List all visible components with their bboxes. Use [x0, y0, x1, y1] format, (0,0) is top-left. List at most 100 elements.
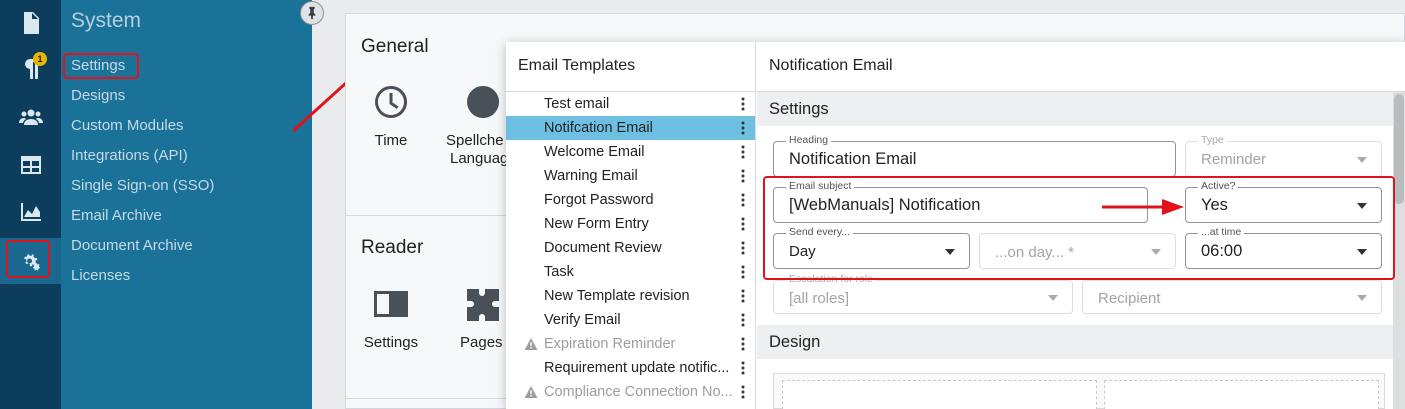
template-list-item[interactable]: Welcome Email: [506, 140, 755, 164]
template-list-item-label: Warning Email: [544, 168, 638, 184]
general-heading: General: [361, 36, 429, 57]
rail-reports-button[interactable]: [0, 189, 61, 235]
design-section-title: Design: [769, 333, 821, 351]
template-list-item[interactable]: Task: [506, 260, 755, 284]
globe-icon[interactable]: [465, 84, 501, 120]
template-list-title: Email Templates: [518, 57, 636, 74]
warning-icon: [524, 385, 538, 399]
template-list-item[interactable]: Notifcation Email: [506, 116, 755, 140]
icon-rail: 1: [0, 0, 61, 409]
sidemenu-title: System: [71, 9, 142, 32]
kebab-menu-icon[interactable]: [740, 265, 746, 279]
chevron-down-icon: [1048, 295, 1058, 301]
notification-badge: 1: [33, 52, 47, 66]
bg-divider: [345, 215, 515, 216]
pin-button[interactable]: [300, 1, 324, 25]
template-list-item[interactable]: New Template revision: [506, 284, 755, 308]
heading-field[interactable]: Heading Notification Email: [773, 134, 1176, 177]
clock-icon[interactable]: [373, 84, 409, 120]
template-list-item-label: New Form Entry: [544, 216, 649, 232]
heading-field-label: Heading: [786, 134, 832, 146]
kebab-menu-icon[interactable]: [740, 241, 746, 255]
sidemenu-item-document-archive[interactable]: Document Archive: [71, 237, 193, 254]
editor-scrollbar-thumb[interactable]: [1394, 94, 1404, 204]
kebab-menu-icon[interactable]: [740, 97, 746, 111]
type-select-value: Reminder: [1201, 151, 1267, 168]
rail-tables-button[interactable]: [0, 142, 61, 188]
rail-users-button[interactable]: [0, 94, 61, 140]
chevron-down-icon: [1357, 157, 1367, 163]
template-list-item-label: Welcome Email: [544, 144, 645, 160]
design-preview-right: [1104, 380, 1379, 409]
users-icon: [18, 109, 43, 125]
pin-icon: [308, 6, 316, 20]
kebab-menu-icon[interactable]: [740, 193, 746, 207]
kebab-menu-icon[interactable]: [740, 313, 746, 327]
template-list-item[interactable]: Test email: [506, 92, 755, 116]
design-section-header: Design: [757, 325, 1393, 359]
warning-icon: [524, 337, 538, 351]
settings-section-header: Settings: [757, 92, 1393, 126]
document-icon: [23, 12, 39, 34]
escalation-role-value: [all roles]: [789, 290, 850, 307]
sidemenu-item-sso[interactable]: Single Sign-on (SSO): [71, 177, 214, 194]
template-list-item-label: Document Review: [544, 240, 662, 256]
template-list-item-label: Verify Email: [544, 312, 621, 328]
settings-section-title: Settings: [769, 100, 829, 118]
sidemenu-item-designs[interactable]: Designs: [71, 87, 125, 104]
template-list-item-label: Forgot Password: [544, 192, 654, 208]
template-list-item[interactable]: Warning Email: [506, 164, 755, 188]
kebab-menu-icon[interactable]: [740, 337, 746, 351]
table-icon: [20, 156, 41, 174]
annotation-arrow-active: [1102, 199, 1184, 215]
rail-notes-button[interactable]: 1: [0, 46, 61, 92]
recipient-select: Recipient: [1082, 280, 1382, 314]
recipient-placeholder: Recipient: [1098, 290, 1161, 307]
reader-settings-icon[interactable]: [373, 287, 409, 323]
template-list-item-label: Expiration Reminder: [544, 336, 676, 352]
template-list-panel: Email Templates Test email Notifcation Em…: [506, 42, 756, 409]
template-list-item[interactable]: Expiration Reminder: [506, 332, 755, 356]
template-list-item[interactable]: Requirement update notific...: [506, 356, 755, 380]
template-list-item-label: New Template revision: [544, 288, 690, 304]
escalation-role-select: Escalation for role [all roles]: [773, 273, 1073, 314]
chevron-down-icon: [1357, 295, 1367, 301]
reader-settings-label: Settings: [363, 334, 419, 351]
sidemenu-item-custom-modules[interactable]: Custom Modules: [71, 117, 184, 134]
template-list-item[interactable]: Compliance Connection No...: [506, 380, 755, 404]
kebab-menu-icon[interactable]: [740, 217, 746, 231]
highlight-schedule-fields: [763, 176, 1395, 280]
template-list-item-label: Compliance Connection No...: [544, 384, 733, 400]
kebab-menu-icon[interactable]: [740, 145, 746, 159]
language-setting-label: Languag: [450, 150, 509, 167]
chart-icon: [20, 203, 41, 221]
type-select: Type Reminder: [1185, 134, 1382, 177]
kebab-menu-icon[interactable]: [740, 121, 746, 135]
kebab-menu-icon[interactable]: [740, 361, 746, 375]
design-preview-left: [782, 380, 1097, 409]
template-list-item-label: Notifcation Email: [544, 120, 653, 136]
template-list-item-label: Requirement update notific...: [544, 360, 730, 376]
bg-divider-2: [345, 398, 515, 399]
sidemenu-item-integrations[interactable]: Integrations (API): [71, 147, 188, 164]
design-preview[interactable]: [773, 373, 1385, 409]
template-list-item[interactable]: Verify Email: [506, 308, 755, 332]
kebab-menu-icon[interactable]: [740, 385, 746, 399]
sidemenu-item-licenses[interactable]: Licenses: [71, 267, 130, 284]
time-setting-label: Time: [374, 132, 408, 149]
highlight-system-button: [6, 240, 50, 278]
reader-heading: Reader: [361, 237, 424, 258]
sidemenu-item-email-archive[interactable]: Email Archive: [71, 207, 162, 224]
kebab-menu-icon[interactable]: [740, 289, 746, 303]
template-list-item[interactable]: New Form Entry: [506, 212, 755, 236]
template-list-item-label: Task: [544, 264, 574, 280]
type-select-label: Type: [1198, 134, 1227, 146]
heading-field-value: Notification Email: [789, 150, 917, 168]
highlight-settings-item: [63, 53, 139, 79]
template-list-item[interactable]: Forgot Password: [506, 188, 755, 212]
template-list-item[interactable]: Document Review: [506, 236, 755, 260]
kebab-menu-icon[interactable]: [740, 169, 746, 183]
rail-documents-button[interactable]: [0, 0, 61, 46]
spellcheck-setting-label: Spellche: [446, 132, 504, 149]
puzzle-icon[interactable]: [465, 287, 501, 323]
